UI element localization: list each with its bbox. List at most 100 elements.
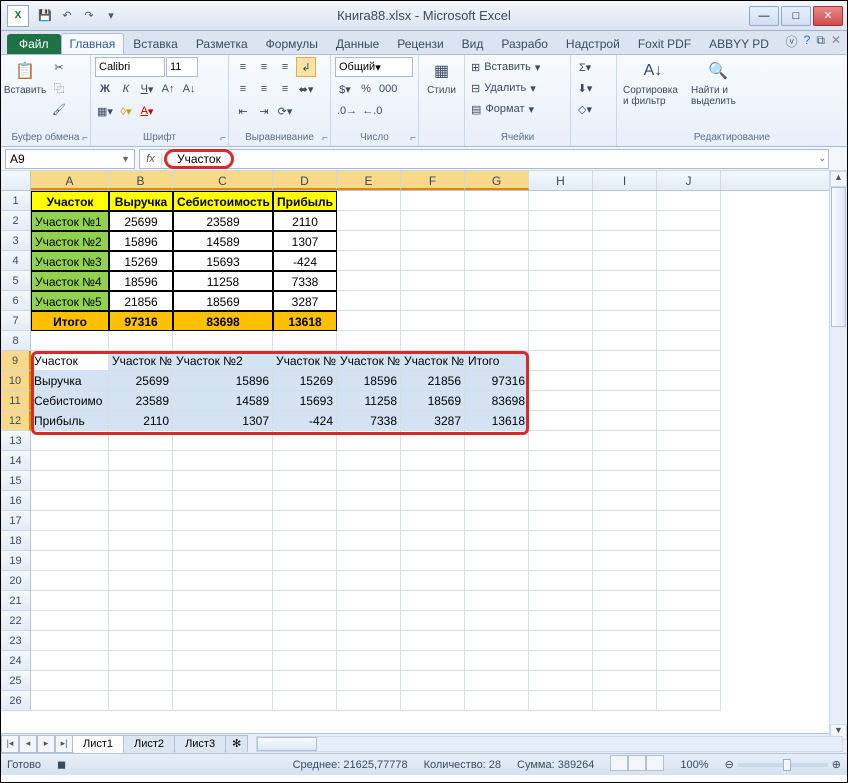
- cell[interactable]: [593, 451, 657, 471]
- cell[interactable]: [593, 391, 657, 411]
- tab-developer[interactable]: Разрабо: [492, 33, 557, 54]
- cell[interactable]: [657, 311, 721, 331]
- autosum-icon[interactable]: Σ▾: [575, 57, 595, 77]
- cell[interactable]: [31, 491, 109, 511]
- cell[interactable]: [657, 271, 721, 291]
- cell[interactable]: [657, 451, 721, 471]
- row-header[interactable]: 14: [1, 451, 31, 471]
- cell[interactable]: [173, 571, 273, 591]
- cell[interactable]: [465, 211, 529, 231]
- tab-view[interactable]: Вид: [453, 33, 493, 54]
- cell[interactable]: 25699: [109, 211, 173, 231]
- align-left-icon[interactable]: ≡: [233, 79, 253, 99]
- cell[interactable]: [273, 691, 337, 711]
- name-box[interactable]: A9▼: [5, 149, 135, 169]
- cell[interactable]: [109, 671, 173, 691]
- cell[interactable]: [593, 551, 657, 571]
- cell[interactable]: [31, 331, 109, 351]
- row-header[interactable]: 11: [1, 391, 31, 411]
- cell[interactable]: Участок №: [109, 351, 173, 371]
- cell[interactable]: [529, 351, 593, 371]
- cell[interactable]: [529, 691, 593, 711]
- cell[interactable]: [401, 691, 465, 711]
- cell[interactable]: [109, 531, 173, 551]
- cell[interactable]: [529, 471, 593, 491]
- cell[interactable]: [657, 391, 721, 411]
- orientation-icon[interactable]: ⟳▾: [275, 101, 295, 121]
- decrease-indent-icon[interactable]: ⇤: [233, 101, 253, 121]
- cell[interactable]: [173, 431, 273, 451]
- cell[interactable]: [657, 531, 721, 551]
- cell[interactable]: [529, 291, 593, 311]
- increase-decimal-icon[interactable]: .0→: [335, 101, 359, 121]
- row-header[interactable]: 19: [1, 551, 31, 571]
- tab-review[interactable]: Рецензи: [388, 33, 452, 54]
- cell[interactable]: [273, 591, 337, 611]
- cell[interactable]: 15693: [273, 391, 337, 411]
- cell[interactable]: [593, 291, 657, 311]
- cut-icon[interactable]: ✂: [49, 57, 69, 77]
- cell[interactable]: [337, 591, 401, 611]
- cell[interactable]: [173, 331, 273, 351]
- cell[interactable]: [401, 531, 465, 551]
- cell[interactable]: [465, 651, 529, 671]
- row-header[interactable]: 4: [1, 251, 31, 271]
- cell[interactable]: [401, 591, 465, 611]
- cell[interactable]: [401, 551, 465, 571]
- undo-icon[interactable]: ↶: [57, 6, 77, 26]
- cell[interactable]: 83698: [173, 311, 273, 331]
- cell[interactable]: Выручка: [109, 191, 173, 211]
- row-header[interactable]: 2: [1, 211, 31, 231]
- cell[interactable]: Участок №3: [31, 251, 109, 271]
- cell[interactable]: [401, 651, 465, 671]
- underline-button[interactable]: Ч▾: [137, 79, 157, 99]
- col-header[interactable]: I: [593, 171, 657, 190]
- grow-font-icon[interactable]: A↑: [158, 79, 178, 99]
- clipboard-dialog-icon[interactable]: ⌐: [82, 133, 88, 144]
- number-dialog-icon[interactable]: ⌐: [410, 133, 416, 144]
- cell[interactable]: [401, 571, 465, 591]
- normal-view-icon[interactable]: [610, 755, 628, 771]
- cell[interactable]: [657, 691, 721, 711]
- align-center-icon[interactable]: ≡: [254, 79, 274, 99]
- cell[interactable]: [337, 211, 401, 231]
- row-header[interactable]: 10: [1, 371, 31, 391]
- page-break-view-icon[interactable]: [646, 755, 664, 771]
- cell[interactable]: [657, 651, 721, 671]
- row-header[interactable]: 25: [1, 671, 31, 691]
- cells-insert-button[interactable]: ⊞Вставить ▾: [469, 57, 542, 77]
- cell[interactable]: [401, 631, 465, 651]
- cell[interactable]: 18596: [109, 271, 173, 291]
- cell[interactable]: Участок №: [337, 351, 401, 371]
- row-header[interactable]: 3: [1, 231, 31, 251]
- cell[interactable]: 83698: [465, 391, 529, 411]
- sheet-tab[interactable]: Лист3: [174, 735, 226, 753]
- cell[interactable]: [401, 231, 465, 251]
- cell[interactable]: [657, 331, 721, 351]
- cell[interactable]: [529, 531, 593, 551]
- row-header[interactable]: 9: [1, 351, 31, 371]
- cell[interactable]: [657, 551, 721, 571]
- cell[interactable]: [337, 431, 401, 451]
- cell[interactable]: [173, 591, 273, 611]
- cell[interactable]: [337, 271, 401, 291]
- cell[interactable]: [529, 271, 593, 291]
- cell[interactable]: 15896: [109, 231, 173, 251]
- row-header[interactable]: 17: [1, 511, 31, 531]
- zoom-level[interactable]: 100%: [680, 759, 708, 771]
- cell[interactable]: [337, 331, 401, 351]
- row-header[interactable]: 16: [1, 491, 31, 511]
- cell[interactable]: [109, 591, 173, 611]
- fill-icon[interactable]: ⬇▾: [575, 78, 595, 98]
- cell[interactable]: [273, 531, 337, 551]
- cell[interactable]: Себистоимость: [173, 191, 273, 211]
- cell[interactable]: [109, 551, 173, 571]
- cell[interactable]: 21856: [401, 371, 465, 391]
- cell[interactable]: [465, 551, 529, 571]
- cell[interactable]: [31, 631, 109, 651]
- select-all-corner[interactable]: [1, 171, 31, 190]
- last-sheet-icon[interactable]: ▸|: [55, 735, 73, 753]
- cell[interactable]: Участок: [31, 351, 109, 371]
- minimize-button[interactable]: —: [749, 6, 779, 26]
- cell[interactable]: [529, 591, 593, 611]
